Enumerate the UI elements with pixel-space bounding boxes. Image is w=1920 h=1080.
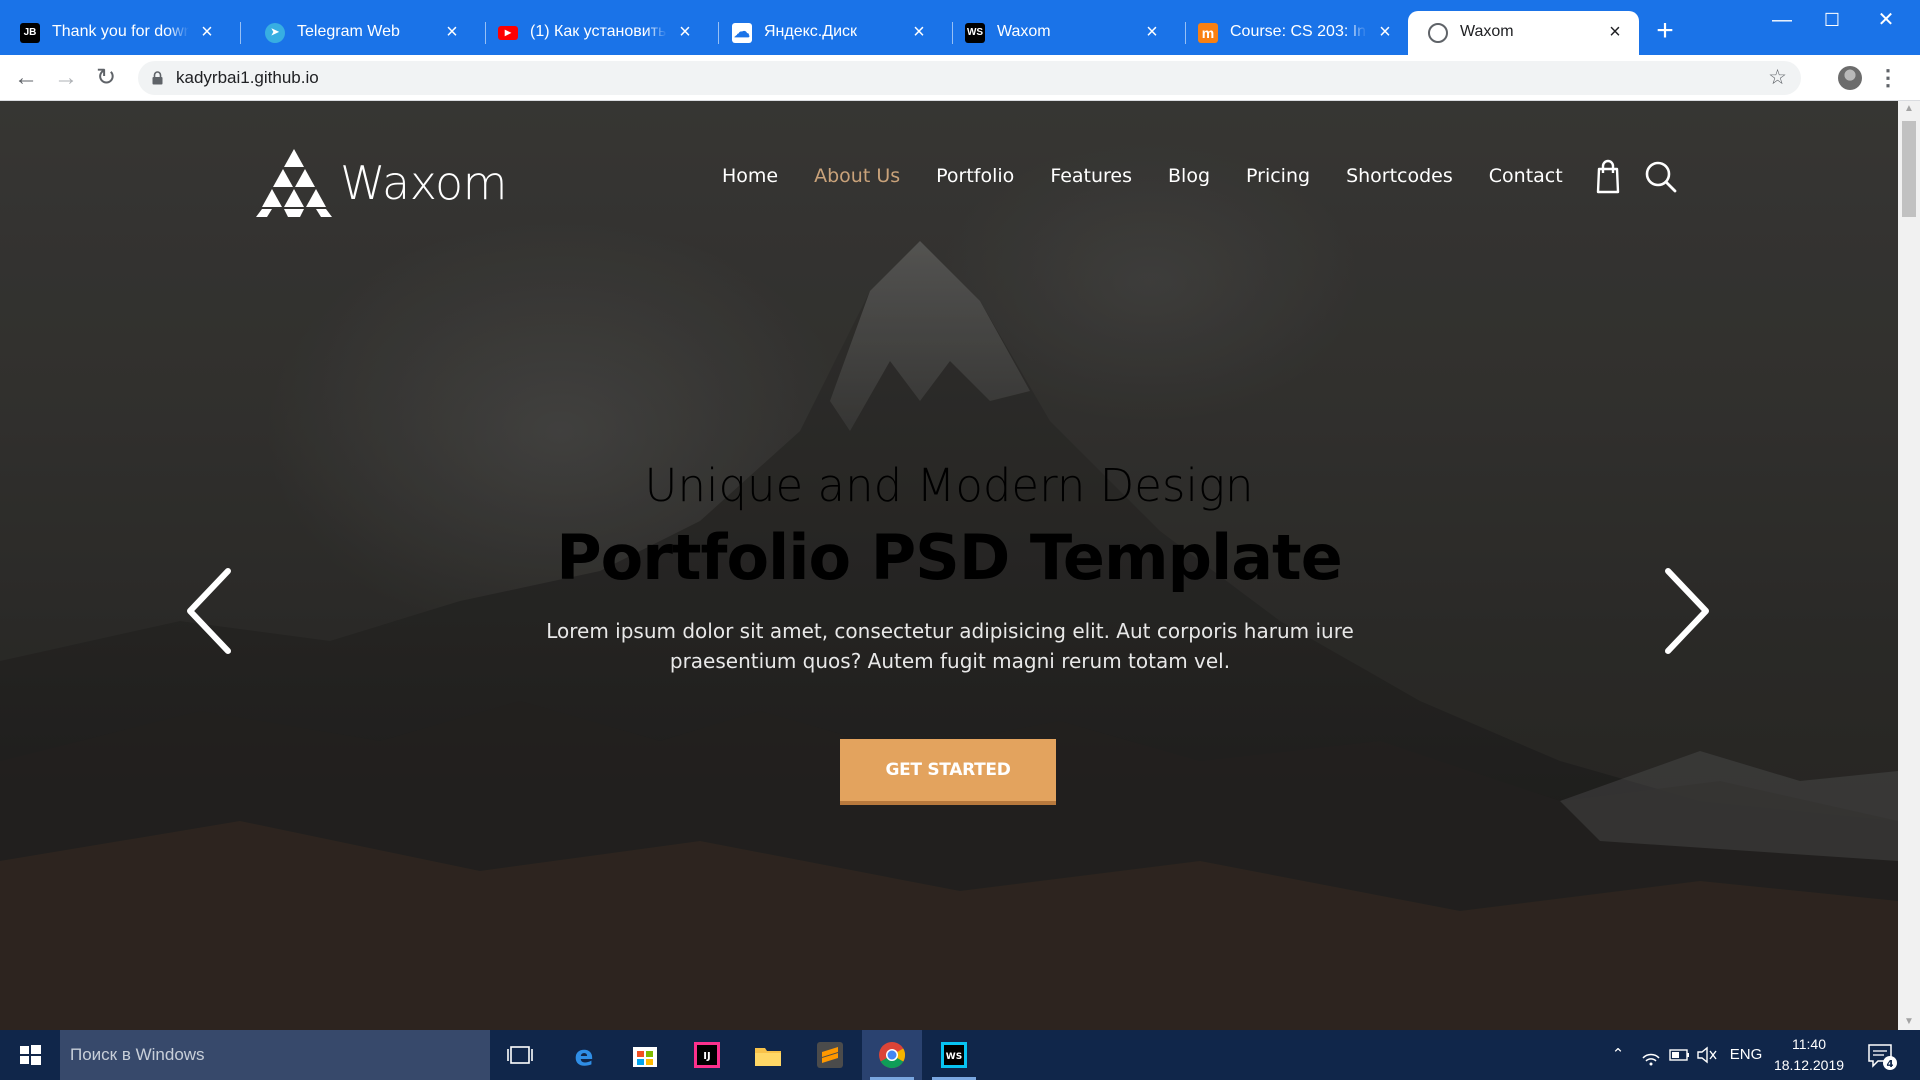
bookmark-star-icon[interactable]: ☆ — [1768, 61, 1787, 95]
scroll-thumb[interactable] — [1902, 121, 1916, 217]
volume-muted-icon[interactable] — [1693, 1030, 1721, 1080]
browser-toolbar: ← → ↻ kadyrbai1.github.io ☆ ⋮ — [0, 55, 1920, 101]
chrome-icon — [879, 1042, 906, 1069]
tray-chevron-up-icon[interactable]: ⌃ — [1604, 1030, 1632, 1080]
get-started-button[interactable]: GET STARTED — [840, 739, 1056, 805]
windows-start-icon[interactable] — [0, 1030, 60, 1080]
windows-search-input[interactable]: Поиск в Windows — [60, 1030, 490, 1080]
hero-description: Lorem ipsum dolor sit amet, consectetur … — [546, 619, 1354, 673]
store-icon[interactable] — [615, 1030, 675, 1080]
shopping-bag-icon[interactable] — [1591, 159, 1625, 195]
browser-menu-button[interactable]: ⋮ — [1876, 62, 1900, 94]
nav-item-about-us[interactable]: About Us — [814, 165, 900, 187]
logo-text: Waxom — [340, 156, 508, 210]
notification-count: 4 — [1887, 1059, 1894, 1070]
search-icon[interactable] — [1644, 159, 1678, 195]
edge-icon[interactable]: e — [554, 1030, 614, 1080]
telegram-icon: ➤ — [265, 23, 285, 43]
tab-close-icon[interactable]: × — [1605, 11, 1625, 53]
browser-tab[interactable]: WS Waxom × — [945, 11, 1176, 55]
nav-item-pricing[interactable]: Pricing — [1246, 165, 1310, 187]
tab-title: Course: CS 203: Introduction — [1230, 23, 1367, 40]
action-center-icon[interactable]: 4 — [1864, 1038, 1898, 1072]
intellij-icon[interactable]: IJ — [677, 1030, 737, 1080]
main-navigation: Home About Us Portfolio Features Blog Pricing… — [722, 165, 1599, 187]
address-bar[interactable]: kadyrbai1.github.io ☆ — [138, 61, 1801, 95]
nav-item-contact[interactable]: Contact — [1489, 165, 1563, 187]
language-indicator[interactable]: ENG — [1726, 1030, 1766, 1080]
svg-text:WS: WS — [946, 1052, 962, 1062]
url-text[interactable]: kadyrbai1.github.io — [176, 61, 319, 95]
file-explorer-icon[interactable] — [738, 1030, 798, 1080]
scroll-up-arrow-icon[interactable]: ▲ — [1898, 101, 1920, 117]
windows-taskbar: Поиск в Windows e IJ WS ⌃ ENG 11:40 18.1… — [0, 1030, 1920, 1080]
tab-close-icon[interactable]: × — [675, 11, 695, 53]
new-tab-button[interactable]: + — [1649, 16, 1681, 48]
browser-tab[interactable]: m Course: CS 203: Introduction × — [1178, 11, 1409, 55]
webstorm-icon: WS — [965, 23, 985, 43]
tab-close-icon[interactable]: × — [197, 11, 217, 53]
svg-text:e: e — [575, 1039, 594, 1072]
forward-button[interactable]: → — [50, 62, 82, 94]
browser-tab[interactable]: ▶ (1) Как установить и активировать × — [478, 11, 709, 55]
hero-subtitle: Unique and Modern Design — [644, 459, 1254, 512]
yandex-disk-icon: ☁ — [732, 23, 752, 43]
nav-item-features[interactable]: Features — [1050, 165, 1132, 187]
svg-text:IJ: IJ — [703, 1051, 710, 1062]
site-header: Waxom Home About Us Portfolio Features Blog P… — [0, 101, 1898, 231]
scroll-down-arrow-icon[interactable]: ▼ — [1898, 1014, 1920, 1030]
sublime-icon[interactable] — [800, 1030, 860, 1080]
reload-button[interactable]: ↻ — [90, 62, 122, 94]
tab-close-icon[interactable]: × — [1142, 11, 1162, 53]
browser-tab[interactable]: JB Thank you for downloading × — [0, 11, 231, 55]
waxom-logo-icon — [256, 149, 332, 217]
tab-title: Яндекс.Диск — [764, 23, 858, 40]
tab-title: Waxom — [997, 23, 1051, 40]
page-viewport: Waxom Home About Us Portfolio Features Blog P… — [0, 101, 1898, 1030]
slider-prev-arrow-icon[interactable] — [180, 563, 240, 659]
youtube-icon: ▶ — [498, 26, 518, 40]
browser-tab[interactable]: Waxom × — [1408, 11, 1639, 55]
back-button[interactable]: ← — [10, 62, 42, 94]
tab-close-icon[interactable]: × — [442, 11, 462, 53]
moodle-icon: m — [1198, 23, 1218, 43]
clock-time: 11:40 — [1792, 1036, 1826, 1052]
lock-icon[interactable] — [152, 71, 163, 85]
chrome-taskbar-item[interactable] — [862, 1030, 922, 1080]
task-view-icon[interactable] — [490, 1030, 550, 1080]
wifi-icon[interactable] — [1637, 1030, 1665, 1080]
slider-next-arrow-icon[interactable] — [1656, 563, 1716, 659]
tab-close-icon[interactable]: × — [1375, 11, 1395, 53]
minimize-button[interactable]: — — [1754, 0, 1810, 40]
tab-title: Thank you for downloading — [52, 23, 189, 40]
browser-tab[interactable]: ➤ Telegram Web × — [245, 11, 476, 55]
browser-tab[interactable]: ☁ Яндекс.Диск × — [712, 11, 943, 55]
webstorm-taskbar-item[interactable]: WS — [924, 1030, 984, 1080]
site-logo[interactable]: Waxom — [254, 147, 508, 219]
hero-title: Portfolio PSD Template — [556, 521, 1343, 594]
nav-item-shortcodes[interactable]: Shortcodes — [1346, 165, 1453, 187]
close-window-button[interactable]: ✕ — [1858, 0, 1914, 40]
profile-avatar[interactable] — [1838, 66, 1862, 90]
tab-title: Telegram Web — [297, 23, 400, 40]
battery-icon[interactable] — [1665, 1030, 1693, 1080]
globe-icon — [1428, 23, 1448, 43]
browser-tabstrip: JB Thank you for downloading × ➤ Telegram We… — [0, 0, 1920, 55]
clock-date: 18.12.2019 — [1773, 1057, 1845, 1073]
system-clock[interactable]: 11:40 18.12.2019 — [1766, 1034, 1852, 1076]
nav-item-portfolio[interactable]: Portfolio — [936, 165, 1014, 187]
webstorm-icon: WS — [941, 1042, 967, 1068]
nav-item-home[interactable]: Home — [722, 165, 778, 187]
nav-item-blog[interactable]: Blog — [1168, 165, 1210, 187]
tab-close-icon[interactable]: × — [909, 11, 929, 53]
maximize-button[interactable]: ☐ — [1804, 0, 1860, 40]
tab-separator — [240, 22, 241, 44]
jetbrains-icon: JB — [20, 23, 40, 43]
tab-title: Waxom — [1460, 23, 1514, 40]
page-scrollbar[interactable]: ▲ ▼ — [1898, 101, 1920, 1030]
tab-title: (1) Как установить и активировать — [530, 23, 667, 40]
